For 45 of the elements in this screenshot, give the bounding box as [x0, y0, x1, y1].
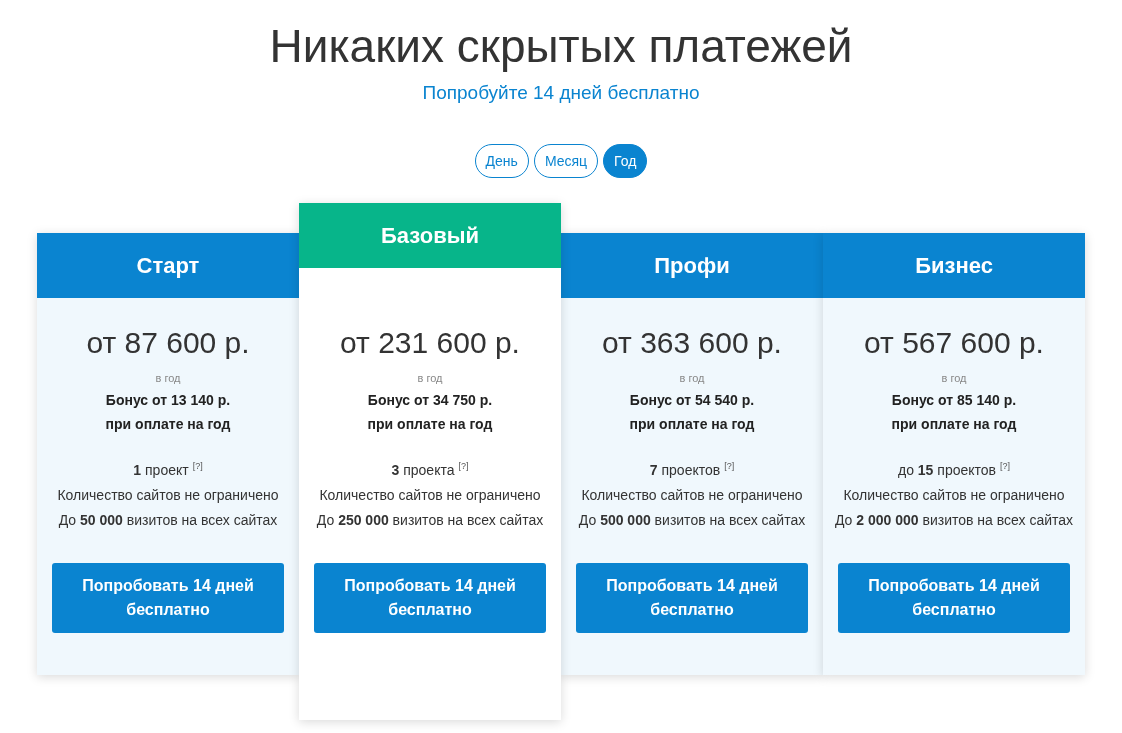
help-link[interactable]: [?]	[192, 460, 203, 472]
plan-name: Бизнес	[823, 233, 1085, 298]
period-toggle[interactable]: Год	[603, 144, 648, 178]
price-period: в год	[417, 372, 443, 384]
visits-limit: До 2 000 000 визитов на всех сайтах	[834, 511, 1074, 530]
plan-price: от 363 600 р.	[602, 326, 782, 360]
sites-limit: Количество сайтов не ограничено	[843, 486, 1065, 505]
plan-price: от 87 600 р.	[86, 326, 250, 360]
price-period: в год	[155, 372, 181, 384]
help-link[interactable]: [?]	[458, 460, 469, 472]
period-toggle[interactable]: День	[474, 144, 529, 178]
visits-limit: До 500 000 визитов на всех сайтах	[578, 511, 806, 530]
sites-limit: Количество сайтов не ограничено	[57, 486, 279, 505]
try-free-button[interactable]: Попробовать 14 дней бесплатно	[576, 563, 808, 633]
bonus-text: Бонус от 85 140 р.	[891, 392, 1017, 408]
page-heading: Никаких скрытых платежей	[269, 20, 853, 72]
visits-limit: До 50 000 визитов на всех сайтах	[58, 511, 278, 530]
sites-limit: Количество сайтов не ограничено	[319, 486, 541, 505]
projects-count: до 15 проектов	[897, 461, 996, 480]
bonus-note: при оплате на год	[891, 416, 1017, 432]
price-period: в год	[941, 372, 967, 384]
bonus-note: при оплате на год	[367, 416, 493, 432]
bonus-note: при оплате на год	[105, 416, 231, 432]
plan-name: Профи	[561, 233, 823, 298]
sites-limit: Количество сайтов не ограничено	[581, 486, 803, 505]
price-period: в год	[679, 372, 705, 384]
try-free-button[interactable]: Попробовать 14 дней бесплатно	[838, 563, 1070, 633]
period-toggle[interactable]: Месяц	[533, 144, 599, 178]
bonus-note: при оплате на год	[629, 416, 755, 432]
bonus-text: Бонус от 34 750 р.	[367, 392, 493, 408]
plan-name: Старт	[37, 233, 299, 298]
bonus-text: Бонус от 13 140 р.	[105, 392, 231, 408]
projects-count: 1 проект	[133, 461, 189, 480]
projects-count: 7 проектов	[649, 461, 721, 480]
plan-name: Базовый	[299, 203, 561, 268]
trial-subheading: Попробуйте 14 дней бесплатно	[422, 82, 700, 104]
plan-price: от 567 600 р.	[864, 326, 1044, 360]
plan-price: от 231 600 р.	[340, 326, 520, 360]
bonus-text: Бонус от 54 540 р.	[629, 392, 755, 408]
help-link[interactable]: [?]	[724, 460, 735, 472]
visits-limit: До 250 000 визитов на всех сайтах	[316, 511, 544, 530]
projects-count: 3 проекта	[391, 461, 455, 480]
help-link[interactable]: [?]	[1000, 460, 1010, 472]
try-free-button[interactable]: Попробовать 14 дней бесплатно	[314, 563, 546, 633]
try-free-button[interactable]: Попробовать 14 дней бесплатно	[52, 563, 284, 633]
